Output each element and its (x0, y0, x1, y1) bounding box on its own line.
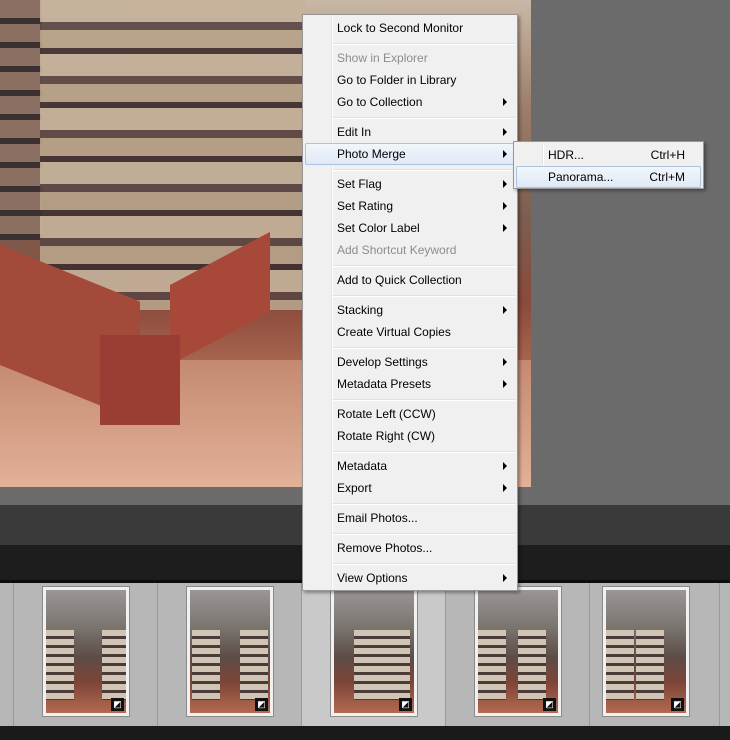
submenu-arrow-icon (503, 150, 507, 158)
menu-item-edit-in[interactable]: Edit In (305, 121, 515, 143)
menu-item-lock-to-second-monitor[interactable]: Lock to Second Monitor (305, 17, 515, 39)
thumbnail-image: ◩ (606, 590, 686, 713)
develop-adjusted-icon: ◩ (399, 698, 412, 711)
menu-item-email-photos[interactable]: Email Photos... (305, 507, 515, 529)
menu-item-set-flag[interactable]: Set Flag (305, 173, 515, 195)
thumbnail-image: ◩ (190, 590, 270, 713)
submenu-arrow-icon (503, 306, 507, 314)
submenu-arrow-icon (503, 462, 507, 470)
menu-separator (333, 347, 515, 349)
thumbnail-image: ◩ (478, 590, 558, 713)
context-menu: Lock to Second Monitor Show in Explorer … (302, 14, 518, 591)
thumbnail-image: ◩ (46, 590, 126, 713)
filmstrip-cell[interactable]: ◩ (446, 583, 590, 726)
shortcut-label: Ctrl+H (650, 148, 685, 162)
menu-item-remove-photos[interactable]: Remove Photos... (305, 537, 515, 559)
menu-item-add-shortcut-keyword: Add Shortcut Keyword (337, 243, 457, 257)
filmstrip-cell[interactable]: ◩ (158, 583, 302, 726)
menu-separator (333, 169, 515, 171)
shortcut-label: Ctrl+M (649, 170, 685, 184)
menu-item-rotate-right[interactable]: Rotate Right (CW) (305, 425, 515, 447)
develop-adjusted-icon: ◩ (543, 698, 556, 711)
submenu-arrow-icon (503, 358, 507, 366)
menu-item-add-to-quick-collection[interactable]: Add to Quick Collection (305, 269, 515, 291)
menu-item-develop-settings[interactable]: Develop Settings (305, 351, 515, 373)
menu-item-go-to-folder-in-library[interactable]: Go to Folder in Library (305, 69, 515, 91)
menu-separator (333, 503, 515, 505)
menu-item-set-rating[interactable]: Set Rating (305, 195, 515, 217)
menu-item-set-color-label[interactable]: Set Color Label (305, 217, 515, 239)
develop-adjusted-icon: ◩ (671, 698, 684, 711)
submenu-arrow-icon (503, 380, 507, 388)
filmstrip-cell[interactable]: ◩ (14, 583, 158, 726)
menu-item-rotate-left[interactable]: Rotate Left (CCW) (305, 403, 515, 425)
submenu-arrow-icon (503, 484, 507, 492)
develop-adjusted-icon: ◩ (255, 698, 268, 711)
menu-separator (333, 563, 515, 565)
submenu-arrow-icon (503, 202, 507, 210)
menu-separator (333, 295, 515, 297)
menu-item-photo-merge[interactable]: Photo Merge (305, 143, 515, 165)
submenu-arrow-icon (503, 574, 507, 582)
menu-item-view-options[interactable]: View Options (305, 567, 515, 589)
menu-separator (333, 117, 515, 119)
menu-separator (333, 265, 515, 267)
menu-item-metadata[interactable]: Metadata (305, 455, 515, 477)
submenu-arrow-icon (503, 224, 507, 232)
filmstrip-cell[interactable]: ◩ (590, 583, 720, 726)
menu-separator (333, 43, 515, 45)
menu-separator (333, 451, 515, 453)
menu-item-go-to-collection[interactable]: Go to Collection (305, 91, 515, 113)
photo-merge-submenu: HDR... Ctrl+H Panorama... Ctrl+M (513, 141, 704, 189)
submenu-arrow-icon (503, 128, 507, 136)
menu-item-create-virtual-copies[interactable]: Create Virtual Copies (305, 321, 515, 343)
menu-item-show-in-explorer: Show in Explorer (337, 51, 428, 65)
menu-item-stacking[interactable]: Stacking (305, 299, 515, 321)
submenu-arrow-icon (503, 98, 507, 106)
menu-item-metadata-presets[interactable]: Metadata Presets (305, 373, 515, 395)
submenu-item-hdr[interactable]: HDR... Ctrl+H (516, 144, 701, 166)
develop-adjusted-icon: ◩ (111, 698, 124, 711)
thumbnail-image: ◩ (334, 590, 414, 713)
menu-separator (333, 399, 515, 401)
menu-separator (333, 533, 515, 535)
filmstrip-cell-selected[interactable]: ◩ (302, 583, 446, 726)
menu-item-export[interactable]: Export (305, 477, 515, 499)
submenu-arrow-icon (503, 180, 507, 188)
filmstrip: ◩ ◩ ◩ ◩ ◩ (0, 583, 730, 740)
submenu-item-panorama[interactable]: Panorama... Ctrl+M (516, 166, 701, 188)
